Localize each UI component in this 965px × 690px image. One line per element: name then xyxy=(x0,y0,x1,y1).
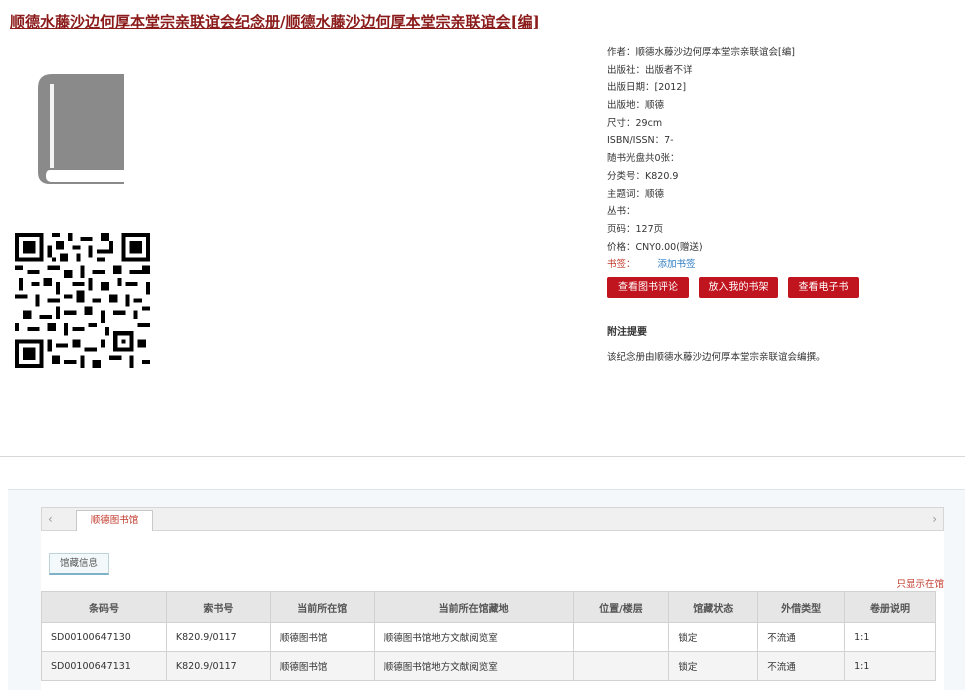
col-status: 馆藏状态 xyxy=(668,591,759,623)
section-divider xyxy=(0,456,965,457)
cell-loan-type: 不流通 xyxy=(757,622,846,652)
cell-barcode: SD00100647130 xyxy=(41,622,167,652)
cell-loan-type: 不流通 xyxy=(757,651,846,681)
cell-callno: K820.9/0117 xyxy=(165,651,271,681)
col-callno: 索书号 xyxy=(165,591,271,623)
table-row: SD00100647130 K820.9/0117 顺德图书馆 顺德图书馆地方文… xyxy=(41,622,936,652)
tab-holdings-info[interactable]: 馆藏信息 xyxy=(49,553,109,575)
meta-author: 作者：顺德水藤沙边何厚本堂宗亲联谊会[编] xyxy=(607,47,795,58)
title-responsibility-link[interactable]: 顺德水藤沙边何厚本堂宗亲联谊会[编] xyxy=(286,13,540,31)
meta-date: 出版日期：[2012] xyxy=(607,82,687,94)
meta-subject: 主题词：顺德 xyxy=(607,188,665,200)
only-available-link[interactable]: 只显示在馆 xyxy=(896,576,944,590)
meta-series: 丛书： xyxy=(607,206,636,218)
col-library: 当前所在馆 xyxy=(269,591,375,623)
note-text: 该纪念册由顺德水藤沙边何厚本堂宗亲联谊会编撰。 xyxy=(607,352,826,363)
cell-location: 顺德图书馆地方文献阅览室 xyxy=(373,651,574,681)
col-volume: 卷册说明 xyxy=(844,591,936,623)
holdings-section: ‹ 顺德图书馆 › 馆藏信息 只显示在馆 条码号 索书号 当前所在馆 当前所在馆… xyxy=(8,489,965,690)
cell-barcode: SD00100647131 xyxy=(41,651,167,681)
view-reviews-button[interactable]: 查看图书评论 xyxy=(607,277,689,298)
book-icon xyxy=(38,74,124,184)
view-ebook-button[interactable]: 查看电子书 xyxy=(788,277,859,298)
holdings-panel: 馆藏信息 只显示在馆 条码号 索书号 当前所在馆 当前所在馆藏地 位置/楼层 馆… xyxy=(41,531,944,690)
chevron-right-icon[interactable]: › xyxy=(932,512,937,526)
cell-library: 顺德图书馆 xyxy=(269,622,375,652)
meta-price: 价格：CNY0.00(赠送) xyxy=(607,241,703,253)
cell-library: 顺德图书馆 xyxy=(269,651,375,681)
meta-classification: 分类号：K820.9 xyxy=(607,170,679,182)
title-series-link[interactable]: 顺德水藤沙边何厚本堂宗亲联谊会纪念册 xyxy=(10,13,280,31)
meta-isbn: ISBN/ISSN：7- xyxy=(607,135,674,147)
cell-status: 锁定 xyxy=(668,622,759,652)
meta-bookmark: 书签： 添加书签 xyxy=(607,259,696,271)
cell-floor xyxy=(572,651,670,681)
cell-callno: K820.9/0117 xyxy=(165,622,271,652)
meta-place: 出版地：顺德 xyxy=(607,100,665,112)
table-row: SD00100647131 K820.9/0117 顺德图书馆 顺德图书馆地方文… xyxy=(41,651,936,681)
cell-location: 顺德图书馆地方文献阅览室 xyxy=(373,622,574,652)
col-floor: 位置/楼层 xyxy=(572,591,670,623)
add-bookmark-link[interactable]: 添加书签 xyxy=(658,259,696,270)
metadata-list: 作者：顺德水藤沙边何厚本堂宗亲联谊会[编] 出版社：出版者不详 出版日期：[20… xyxy=(607,44,957,274)
cell-volume: 1:1 xyxy=(844,622,936,652)
action-buttons: 查看图书评论 放入我的书架 查看电子书 xyxy=(607,277,859,298)
note-heading: 附注提要 xyxy=(607,327,647,338)
cell-status: 锁定 xyxy=(668,651,759,681)
table-header-row: 条码号 索书号 当前所在馆 当前所在馆藏地 位置/楼层 馆藏状态 外借类型 卷册… xyxy=(41,591,936,623)
cell-floor xyxy=(572,622,670,652)
meta-pages: 页码：127页 xyxy=(607,223,664,235)
chevron-left-icon[interactable]: ‹ xyxy=(48,512,53,526)
col-location: 当前所在馆藏地 xyxy=(373,591,574,623)
qr-code-icon xyxy=(15,233,150,368)
holdings-table: 条码号 索书号 当前所在馆 当前所在馆藏地 位置/楼层 馆藏状态 外借类型 卷册… xyxy=(41,591,936,681)
col-loan-type: 外借类型 xyxy=(757,591,846,623)
col-barcode: 条码号 xyxy=(41,591,167,623)
meta-cd: 随书光盘共0张： xyxy=(607,153,680,165)
library-tab-bar: ‹ 顺德图书馆 › xyxy=(41,507,944,532)
meta-publisher: 出版社：出版者不详 xyxy=(607,64,693,76)
meta-size: 尺寸：29cm xyxy=(607,117,663,129)
book-title: 顺德水藤沙边何厚本堂宗亲联谊会纪念册/顺德水藤沙边何厚本堂宗亲联谊会[编] xyxy=(10,11,540,32)
tab-library[interactable]: 顺德图书馆 xyxy=(76,510,153,532)
cell-volume: 1:1 xyxy=(844,651,936,681)
add-to-shelf-button[interactable]: 放入我的书架 xyxy=(699,277,778,298)
